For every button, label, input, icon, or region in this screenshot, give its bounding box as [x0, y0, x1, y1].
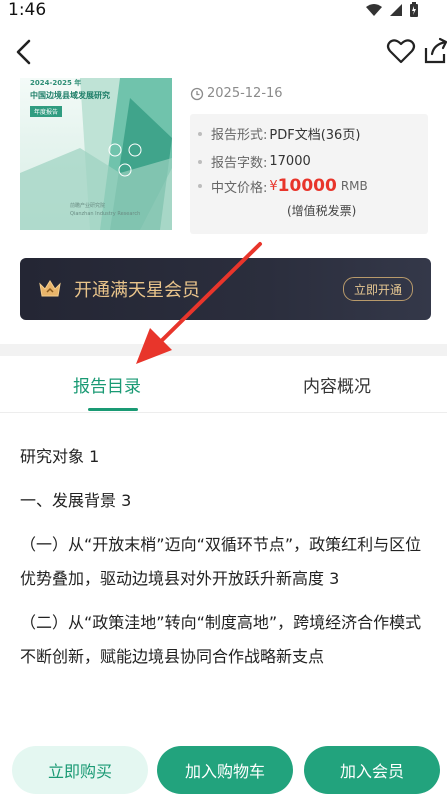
info-words-label: 报告字数:: [211, 156, 268, 171]
cover-publisher-en: Qianzhan Industry Research: [70, 211, 141, 217]
bottom-action-bar: 立即购买 加入购物车 加入会员: [0, 736, 447, 798]
info-price-label: 中文价格:: [211, 180, 268, 196]
add-to-cart-button[interactable]: 加入购物车: [157, 746, 293, 794]
cover-publisher: 前瞻产业研究院 Qianzhan Industry Research: [70, 202, 140, 218]
top-bar: [0, 28, 447, 76]
info-words-value: 17000: [269, 154, 311, 169]
info-format-value: PDF文档(36页): [269, 128, 361, 143]
cover-title: 中国边境县域发展研究: [30, 91, 110, 100]
buy-now-button[interactable]: 立即购买: [12, 746, 148, 794]
annotation-arrow-icon: [136, 242, 262, 364]
info-format-row: 报告形式: PDF文档(36页): [198, 124, 360, 143]
bullet-dot: [198, 159, 202, 164]
signal-icon: [390, 4, 402, 16]
bullet-dot: [198, 184, 202, 188]
back-arrow-icon[interactable]: [10, 36, 40, 68]
share-icon[interactable]: [420, 36, 447, 66]
favorite-heart-icon[interactable]: [386, 36, 416, 66]
toc-item[interactable]: （二）从“政策洼地”转向“制度高地”，跨境经济合作模式不断创新，赋能边境县协同合…: [20, 606, 435, 674]
vip-open-button[interactable]: 立即开通: [343, 277, 413, 301]
price-currency-symbol: ¥: [269, 178, 278, 194]
clock-icon: [190, 87, 204, 100]
report-date: 2025-12-16: [190, 86, 283, 101]
report-cover-image[interactable]: 2024-2025 年 中国边境县域发展研究 年度报告 前瞻产业研究院 Qian…: [20, 78, 172, 230]
tab-overview[interactable]: 内容概况: [303, 372, 371, 397]
crown-icon: [39, 280, 61, 297]
toc-item[interactable]: （一）从“开放末梢”迈向“双循环节点”，政策红利与区位优势叠加，驱动边境县对外开…: [20, 528, 435, 596]
tab-catalog[interactable]: 报告目录: [73, 372, 141, 397]
report-date-text: 2025-12-16: [207, 86, 283, 101]
price-unit: RMB: [340, 179, 368, 193]
wifi-icon: [366, 4, 382, 16]
info-price-row: 中文价格: ¥ 10000 RMB: [198, 176, 368, 196]
toc-item[interactable]: 一、发展背景 3: [20, 484, 435, 518]
toc-item[interactable]: 研究对象 1: [20, 440, 435, 474]
price-value: 10000: [277, 176, 337, 196]
report-toc: 研究对象 1 一、发展背景 3 （一）从“开放末梢”迈向“双循环节点”，政策红利…: [20, 440, 435, 684]
report-info-box: 报告形式: PDF文档(36页) 报告字数: 17000 中文价格: ¥ 100…: [190, 114, 428, 234]
cover-tag: 年度报告: [30, 106, 63, 117]
battery-icon: [410, 2, 418, 17]
info-format-label: 报告形式:: [211, 128, 268, 143]
tax-note: (增值税发票): [287, 204, 357, 218]
info-words-row: 报告字数: 17000: [198, 152, 311, 171]
status-icons: [365, 2, 419, 18]
status-time: 1:46: [8, 0, 47, 20]
status-bar: 1:46: [0, 0, 447, 22]
cover-publisher-cn: 前瞻产业研究院: [70, 203, 106, 209]
join-member-button[interactable]: 加入会员: [304, 746, 440, 794]
bullet-dot: [198, 131, 202, 136]
cover-year: 2024-2025 年: [30, 79, 82, 87]
active-tab-indicator: [88, 408, 138, 411]
